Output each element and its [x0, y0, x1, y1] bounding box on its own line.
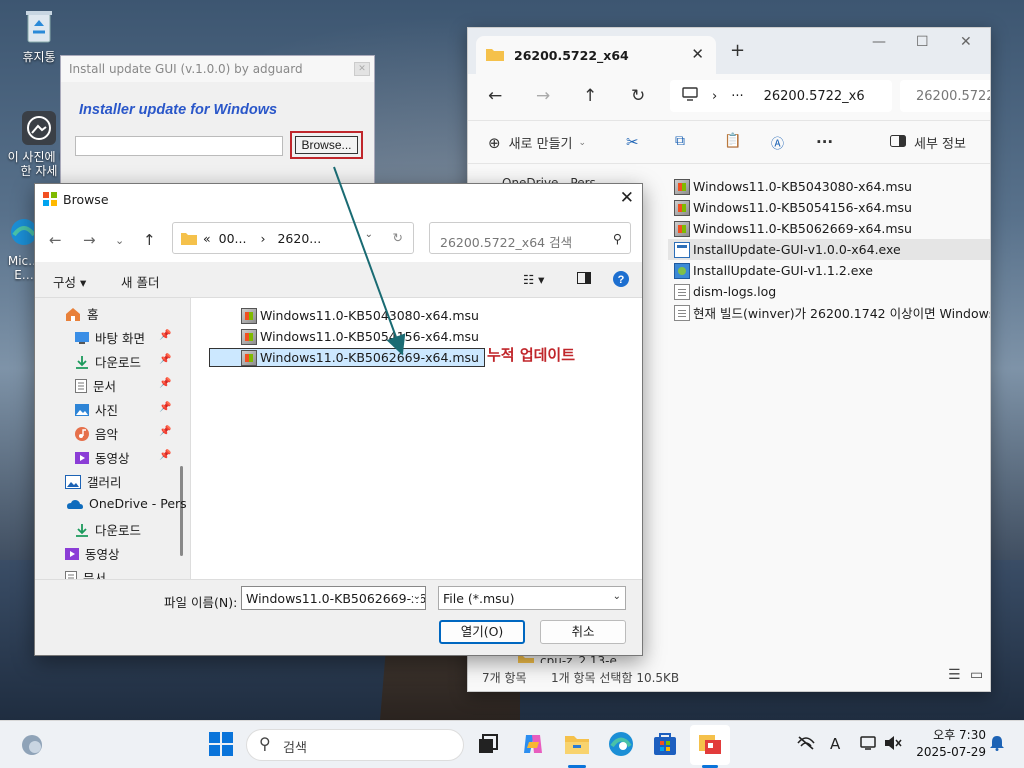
- network-off-icon[interactable]: [796, 735, 816, 755]
- notification-bell-icon[interactable]: [990, 735, 1004, 755]
- volume-muted-icon[interactable]: [884, 735, 902, 755]
- install-update-app-button[interactable]: [690, 725, 730, 768]
- search-icon: ⚲: [259, 734, 271, 753]
- install-update-app-icon: [699, 735, 721, 754]
- task-view-icon[interactable]: [475, 731, 503, 759]
- clock[interactable]: 오후 7:30 2025-07-29: [912, 727, 986, 761]
- store-icon[interactable]: [652, 731, 680, 759]
- widgets-icon[interactable]: [20, 733, 48, 761]
- edge-icon[interactable]: [608, 731, 636, 759]
- file-explorer-icon[interactable]: [564, 731, 592, 759]
- taskbar-search-placeholder: 검색: [283, 741, 307, 756]
- taskbar: ⚲ 검색 A 오후 7:30 2025-07-29: [0, 720, 1024, 768]
- start-icon[interactable]: [208, 731, 236, 759]
- clock-date: 2025-07-29: [916, 745, 986, 759]
- device-icon[interactable]: [860, 735, 878, 755]
- taskbar-search[interactable]: ⚲ 검색: [246, 729, 464, 761]
- clock-time: 오후 7:30: [933, 728, 986, 742]
- annotation-arrow: [333, 166, 406, 356]
- pen-menu-icon[interactable]: A: [830, 735, 840, 753]
- copilot-icon[interactable]: [520, 731, 548, 759]
